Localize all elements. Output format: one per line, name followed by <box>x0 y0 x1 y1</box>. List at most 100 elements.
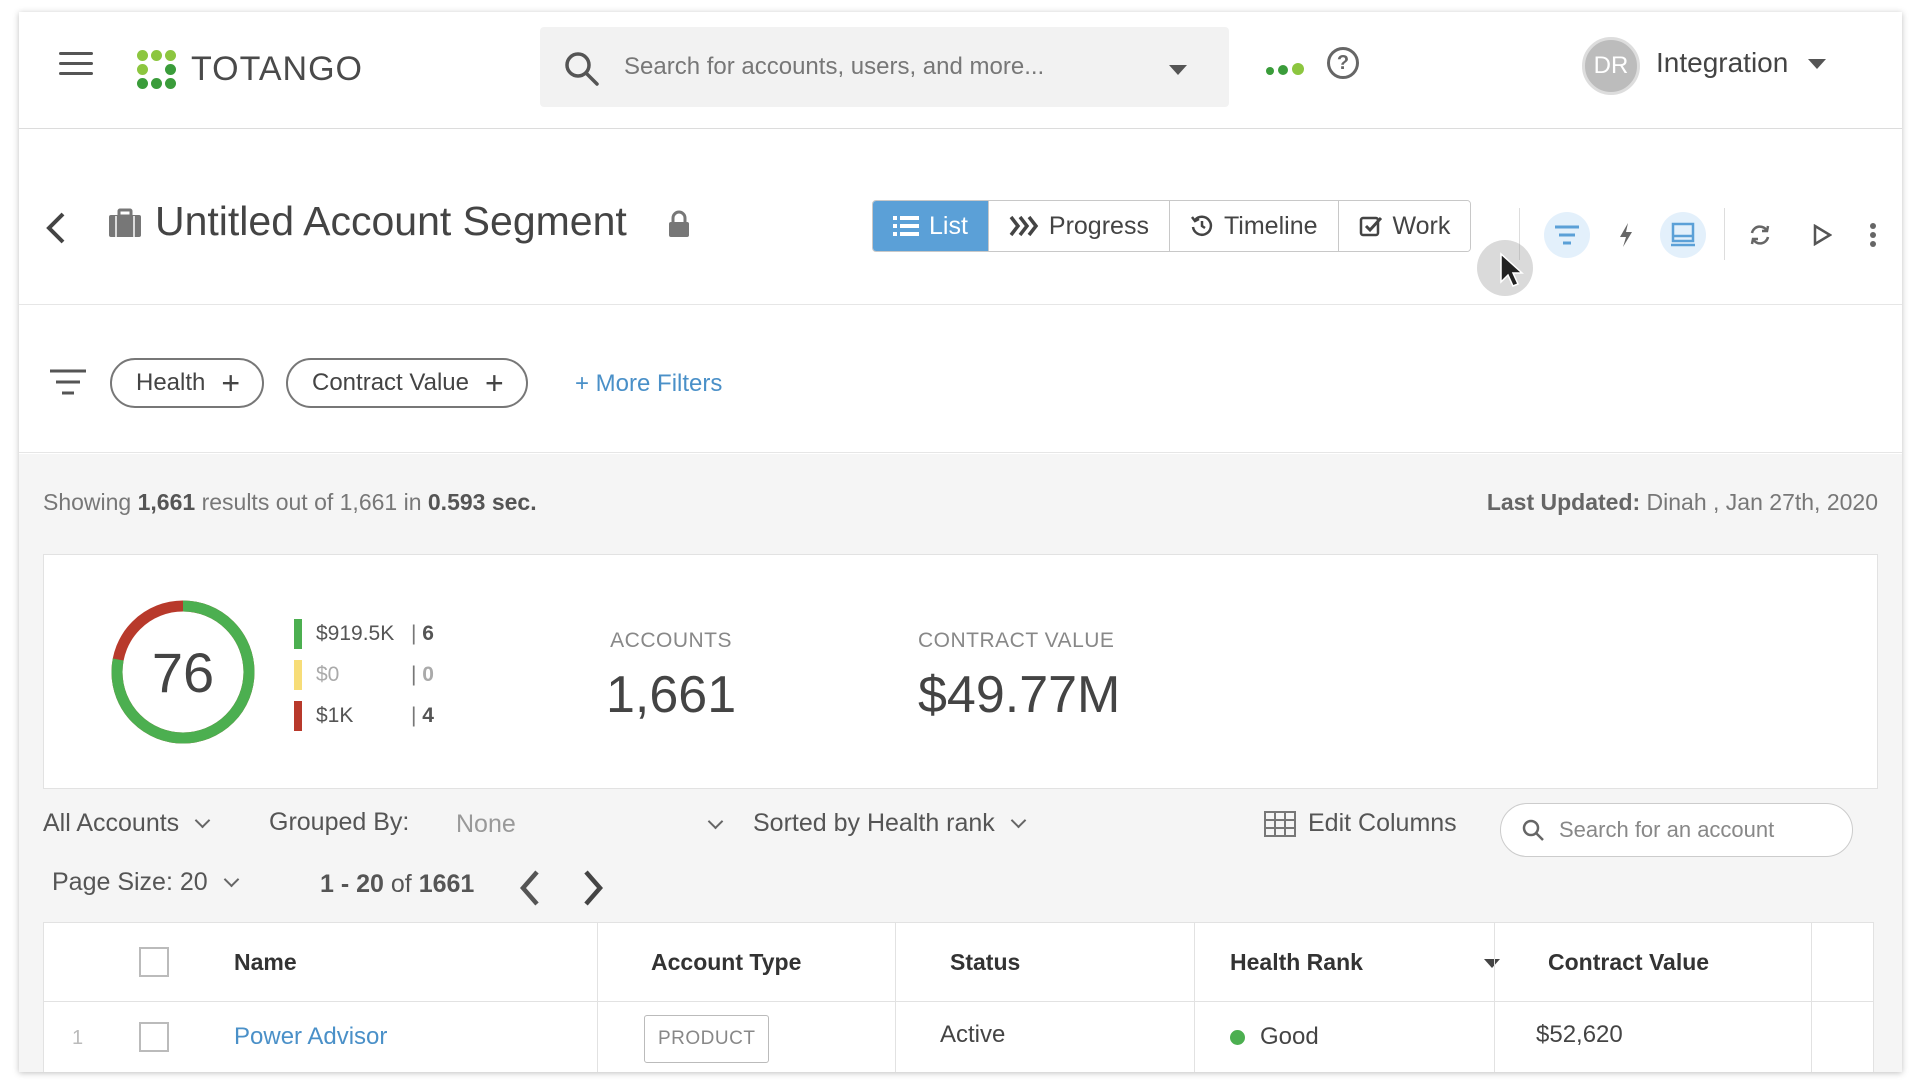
column-divider <box>1494 923 1495 1072</box>
chevron-down-icon <box>1010 812 1027 829</box>
more-options-button[interactable] <box>1850 212 1896 258</box>
history-icon <box>1190 214 1214 238</box>
page-range: 1 - 20 <box>320 870 384 898</box>
header-divider <box>44 1001 1873 1002</box>
summary-panel-button[interactable] <box>1660 212 1706 258</box>
column-header-status[interactable]: Status <box>950 923 1020 1001</box>
user-menu-caret-icon[interactable] <box>1808 59 1826 69</box>
legend-color-poor <box>294 700 302 731</box>
filter-lines-icon <box>1555 225 1579 245</box>
chevron-down-icon <box>707 813 724 830</box>
results-count: Showing 1,661 results out of 1,661 in 0.… <box>43 489 537 516</box>
totango-logo[interactable]: TOTANGO <box>133 44 363 94</box>
results-prefix: Showing <box>43 489 132 515</box>
status-dots-icon[interactable] <box>1266 62 1308 80</box>
back-icon[interactable] <box>43 208 69 248</box>
results-mid: results out of 1,661 in <box>201 489 422 515</box>
page-size-label: Page Size: 20 <box>52 868 208 896</box>
accounts-table: Name Account Type Status Health Rank Con… <box>43 922 1874 1072</box>
health-score: 76 <box>152 641 214 704</box>
filter-toggle-button[interactable] <box>1544 212 1590 258</box>
logo-dots-icon <box>133 46 179 92</box>
row-checkbox[interactable] <box>139 1022 169 1052</box>
menu-icon[interactable] <box>59 52 93 78</box>
results-time: 0.593 sec. <box>427 489 537 515</box>
briefcase-icon <box>109 208 141 237</box>
health-status-dot <box>1230 1029 1245 1045</box>
scope-dropdown[interactable]: All Accounts <box>43 809 211 838</box>
tab-timeline-label: Timeline <box>1223 211 1318 240</box>
filter-icon[interactable] <box>49 368 87 396</box>
contract-value-cell: $52,620 <box>1536 1021 1623 1048</box>
play-button[interactable] <box>1799 212 1845 258</box>
last-updated-value: Dinah , Jan 27th, 2020 <box>1646 489 1878 515</box>
progress-chevrons-icon <box>1009 215 1039 237</box>
tab-progress[interactable]: Progress <box>988 201 1170 251</box>
last-updated-label: Last Updated: <box>1486 489 1641 515</box>
search-dropdown-icon[interactable] <box>1169 65 1187 75</box>
legend-row-average: $0 0 <box>294 654 434 695</box>
lightning-icon <box>1620 223 1632 247</box>
toolbar-divider <box>1724 208 1725 260</box>
column-header-health-rank[interactable]: Health Rank <box>1230 923 1363 1001</box>
scope-label: All Accounts <box>43 809 180 837</box>
sort-label: Sorted by Health rank <box>753 809 995 837</box>
grouped-by-value: None <box>456 810 516 838</box>
help-icon[interactable]: ? <box>1327 47 1359 79</box>
legend-count: 0 <box>411 663 434 687</box>
edit-columns-label: Edit Columns <box>1308 809 1457 837</box>
summary-card: 76 $919.5K 6 $0 0 $1K 4 <box>43 554 1878 789</box>
legend-value: $1K <box>316 703 354 727</box>
select-all-checkbox[interactable] <box>139 947 169 977</box>
prev-page-icon[interactable] <box>517 868 543 908</box>
metric-label: ACCOUNTS <box>610 629 732 652</box>
chevron-down-icon <box>194 812 211 829</box>
filter-chip-contract-value[interactable]: Contract Value + <box>286 358 528 408</box>
column-header-contract-value[interactable]: Contract Value <box>1548 923 1709 1001</box>
more-filters-link[interactable]: + More Filters <box>575 370 722 398</box>
sort-desc-icon[interactable] <box>1484 959 1500 968</box>
plus-icon: + <box>484 365 504 401</box>
column-header-account-type[interactable]: Account Type <box>651 923 801 1001</box>
account-name-link[interactable]: Power Advisor <box>234 1023 387 1051</box>
refresh-button[interactable] <box>1737 212 1783 258</box>
tab-progress-label: Progress <box>1048 211 1149 240</box>
tab-work-label: Work <box>1392 211 1451 240</box>
account-type-badge: PRODUCT <box>644 1015 770 1063</box>
filter-chip-label: Health <box>136 369 206 396</box>
page-size-dropdown[interactable]: Page Size: 20 <box>52 868 239 897</box>
legend-value: $919.5K <box>316 621 395 645</box>
panel-icon <box>1671 222 1695 247</box>
column-divider <box>895 923 896 1072</box>
tab-list[interactable]: List <box>873 201 989 251</box>
grouped-by-dropdown[interactable]: None <box>456 810 724 839</box>
column-divider <box>1194 923 1195 1072</box>
tab-timeline[interactable]: Timeline <box>1169 201 1339 251</box>
user-menu-name[interactable]: Integration <box>1656 47 1788 79</box>
global-search[interactable]: Search for accounts, users, and more... <box>540 27 1229 107</box>
check-square-icon <box>1359 214 1383 238</box>
mouse-cursor-halo <box>1477 240 1533 296</box>
kebab-menu-icon <box>1870 223 1876 247</box>
metric-value: $49.77M <box>918 666 1121 724</box>
lightning-button[interactable] <box>1603 212 1649 258</box>
metric-label: CONTRACT VALUE <box>918 629 1115 652</box>
accounts-metric: ACCOUNTS 1,661 <box>606 629 736 725</box>
avatar[interactable]: DR <box>1582 37 1640 95</box>
search-input[interactable]: Search for accounts, users, and more... <box>624 53 1044 81</box>
page-total: 1661 <box>418 870 475 898</box>
legend-count: 4 <box>411 704 434 728</box>
page-range-of: of <box>390 870 412 898</box>
column-header-name[interactable]: Name <box>234 923 297 1001</box>
tab-work[interactable]: Work <box>1338 201 1471 251</box>
account-search-placeholder: Search for an account <box>1559 817 1775 842</box>
next-page-icon[interactable] <box>580 868 606 908</box>
filter-chip-health[interactable]: Health + <box>110 358 265 408</box>
edit-columns-button[interactable]: Edit Columns <box>1264 809 1457 838</box>
sort-dropdown[interactable]: Sorted by Health rank <box>753 809 1027 838</box>
results-shown: 1,661 <box>137 489 196 515</box>
tab-list-label: List <box>929 211 968 240</box>
list-icon <box>893 215 919 237</box>
search-icon <box>564 51 600 92</box>
account-search-input[interactable]: Search for an account <box>1500 803 1853 857</box>
